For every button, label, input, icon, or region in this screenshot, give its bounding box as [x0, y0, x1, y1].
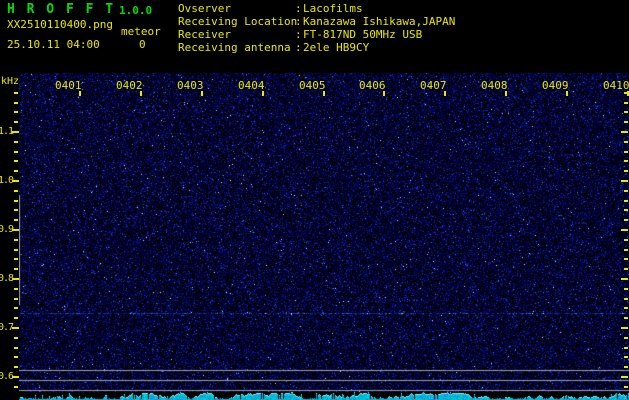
- freq-minor-tick-left: [14, 317, 18, 319]
- freq-minor-tick-right: [624, 102, 628, 104]
- freq-minor-tick-left: [14, 209, 18, 211]
- frequency-unit-label: kHz: [1, 76, 20, 87]
- freq-major-tick-right: [621, 131, 628, 133]
- freq-minor-tick-right: [624, 160, 628, 162]
- freq-minor-tick-left: [14, 160, 18, 162]
- freq-minor-tick-left: [14, 141, 18, 143]
- freq-minor-tick-right: [624, 298, 628, 300]
- info-value: 2ele HB9CY: [303, 41, 370, 54]
- time-axis-tick: [383, 91, 385, 96]
- freq-minor-tick-left: [14, 200, 18, 202]
- freq-major-tick-left: [12, 327, 19, 329]
- time-axis-label: 0405: [299, 79, 326, 92]
- freq-minor-tick-right: [624, 347, 628, 349]
- freq-minor-tick-right: [624, 366, 628, 368]
- freq-minor-tick-left: [14, 121, 18, 123]
- time-axis-tick: [566, 91, 568, 96]
- freq-minor-tick-right: [624, 268, 628, 270]
- output-filename: XX2510110400.png: [7, 18, 113, 31]
- freq-minor-tick-left: [14, 298, 18, 300]
- freq-major-tick-right: [621, 229, 628, 231]
- freq-minor-tick-left: [14, 366, 18, 368]
- freq-minor-tick-left: [14, 170, 18, 172]
- freq-minor-tick-left: [14, 268, 18, 270]
- freq-minor-tick-left: [14, 239, 18, 241]
- time-axis-tick: [262, 91, 264, 96]
- time-axis-tick: [79, 91, 81, 96]
- info-colon: :: [295, 41, 302, 54]
- app-version: 1.0.0: [119, 4, 153, 17]
- time-axis-tick: [444, 91, 446, 96]
- freq-minor-tick-right: [624, 190, 628, 192]
- freq-major-tick-left: [12, 278, 19, 280]
- meteor-count-label: meteor: [121, 25, 161, 38]
- freq-minor-tick-left: [14, 347, 18, 349]
- freq-minor-tick-right: [624, 386, 628, 388]
- freq-minor-tick-right: [624, 307, 628, 309]
- time-axis-label: 0410: [603, 79, 629, 92]
- freq-minor-tick-right: [624, 170, 628, 172]
- time-axis-label: 0401: [55, 79, 82, 92]
- freq-minor-tick-left: [14, 249, 18, 251]
- freq-major-tick-left: [12, 131, 19, 133]
- freq-minor-tick-right: [624, 317, 628, 319]
- freq-minor-tick-right: [624, 258, 628, 260]
- freq-minor-tick-left: [14, 92, 18, 94]
- station-info: Ovserver: Lacofilms Receiving Location: Kan…: [178, 3, 455, 55]
- spectrogram-canvas: [19, 73, 629, 400]
- freq-major-tick-right: [621, 376, 628, 378]
- time-axis-label: 0409: [542, 79, 569, 92]
- time-axis-label: 0407: [420, 79, 447, 92]
- freq-minor-tick-left: [14, 219, 18, 221]
- time-axis-label: 0403: [177, 79, 204, 92]
- time-axis-label: 0406: [359, 79, 386, 92]
- freq-minor-tick-right: [624, 200, 628, 202]
- freq-major-tick-left: [12, 180, 19, 182]
- time-axis-label: 0408: [481, 79, 508, 92]
- time-axis-tick: [201, 91, 203, 96]
- hrofft-screen: H R O F F T 1.0.0 XX2510110400.png meteo…: [0, 0, 629, 400]
- freq-minor-tick-right: [624, 209, 628, 211]
- freq-major-tick-right: [621, 327, 628, 329]
- freq-minor-tick-left: [14, 111, 18, 113]
- freq-minor-tick-left: [14, 102, 18, 104]
- time-axis-label: 0404: [238, 79, 265, 92]
- freq-minor-tick-left: [14, 337, 18, 339]
- freq-major-tick-right: [621, 278, 628, 280]
- freq-minor-tick-right: [624, 121, 628, 123]
- observation-datetime: 25.10.11 04:00: [7, 38, 100, 51]
- freq-minor-tick-right: [624, 239, 628, 241]
- time-axis-tick: [140, 91, 142, 96]
- freq-minor-tick-right: [624, 249, 628, 251]
- freq-minor-tick-left: [14, 288, 18, 290]
- freq-minor-tick-left: [14, 258, 18, 260]
- freq-minor-tick-right: [624, 111, 628, 113]
- time-axis-tick: [323, 91, 325, 96]
- freq-minor-tick-left: [14, 190, 18, 192]
- freq-minor-tick-right: [624, 141, 628, 143]
- freq-minor-tick-left: [14, 151, 18, 153]
- freq-minor-tick-left: [14, 356, 18, 358]
- freq-major-tick-left: [12, 229, 19, 231]
- freq-minor-tick-right: [624, 356, 628, 358]
- time-axis-tick: [505, 91, 507, 96]
- freq-minor-tick-right: [624, 288, 628, 290]
- freq-minor-tick-right: [624, 219, 628, 221]
- freq-minor-tick-right: [624, 337, 628, 339]
- freq-major-tick-right: [621, 180, 628, 182]
- meteor-count-value: 0: [139, 38, 146, 51]
- station-info-row: Receiving antenna:2ele HB9CY: [178, 42, 455, 55]
- info-label: Receiving antenna: [178, 41, 291, 54]
- freq-minor-tick-right: [624, 151, 628, 153]
- freq-minor-tick-left: [14, 386, 18, 388]
- freq-minor-tick-left: [14, 307, 18, 309]
- time-axis-label: 0402: [116, 79, 143, 92]
- app-title: H R O F F T: [7, 2, 116, 17]
- freq-major-tick-left: [12, 376, 19, 378]
